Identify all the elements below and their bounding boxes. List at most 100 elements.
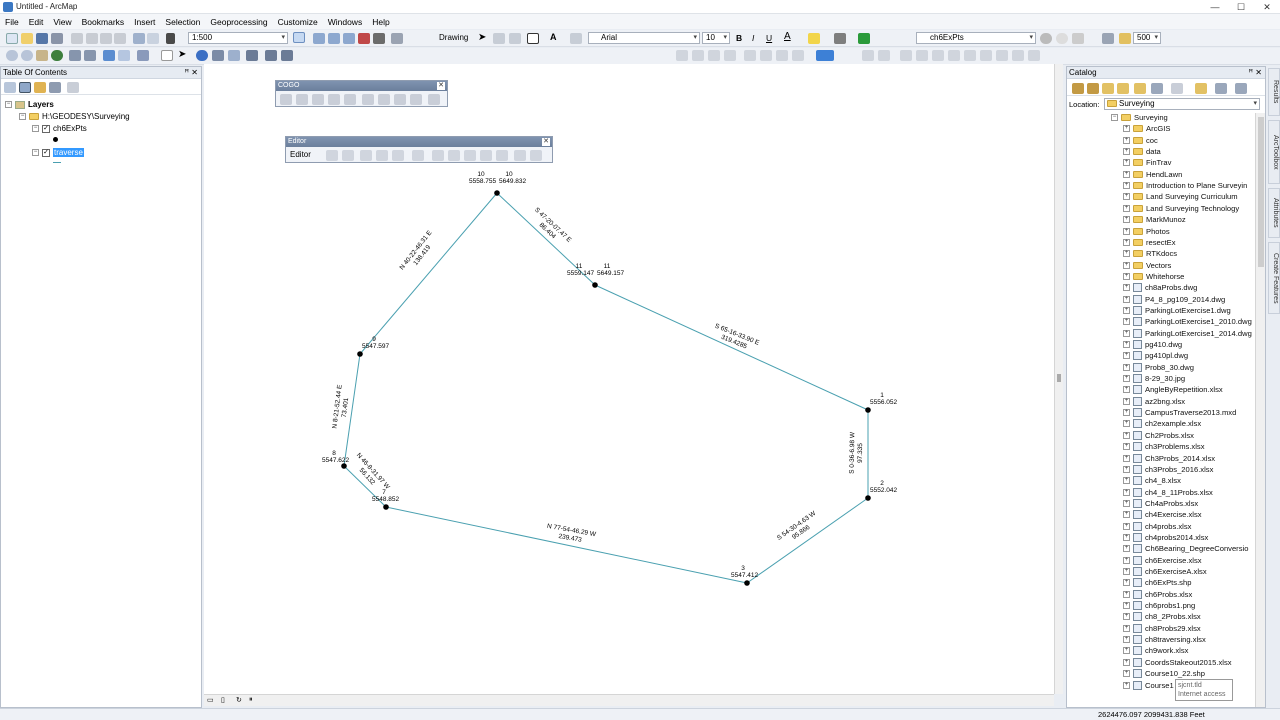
expand-icon[interactable]: + <box>1123 420 1130 428</box>
catalog-item[interactable]: + ParkingLotExercise1_2010.dwg <box>1123 317 1252 327</box>
expand-icon[interactable]: + <box>1123 238 1130 246</box>
catalog-item[interactable]: + ch6probs1.png <box>1123 601 1195 611</box>
expand-icon[interactable]: + <box>1123 170 1130 178</box>
survey-point[interactable] <box>357 351 363 357</box>
catalog-window-icon[interactable] <box>328 33 340 44</box>
toc-layer-traverse[interactable]: − ✓ traverse <box>32 148 84 157</box>
catalog-item[interactable]: + data <box>1123 147 1161 156</box>
cogo-tool-icon[interactable] <box>428 94 440 105</box>
zoom-in-icon[interactable] <box>6 50 18 61</box>
expand-icon[interactable]: + <box>1123 511 1130 519</box>
catalog-item[interactable]: + ch6Exercise.xlsx <box>1123 555 1202 565</box>
copy-icon[interactable] <box>86 33 98 44</box>
layout-tool-icon[interactable] <box>916 50 928 61</box>
cogo-tool-icon[interactable] <box>312 94 324 105</box>
toc-source-row[interactable]: − H:\GEODESY\Surveying <box>19 112 130 121</box>
zoom-whole-page-icon[interactable] <box>509 33 521 44</box>
location-field[interactable]: Surveying <box>1104 98 1260 110</box>
expand-icon[interactable]: + <box>1123 261 1130 269</box>
menu-insert[interactable]: Insert <box>129 17 160 27</box>
catalog-item[interactable]: + RTKdocs <box>1123 249 1177 258</box>
cogo-tool-icon[interactable] <box>296 94 308 105</box>
editor-toolbar-icon[interactable] <box>293 32 305 43</box>
traverse-course-line[interactable] <box>594 284 869 411</box>
trace-icon[interactable] <box>392 150 404 161</box>
expand-icon[interactable]: + <box>1123 681 1130 689</box>
menu-geoprocessing[interactable]: Geoprocessing <box>205 17 272 27</box>
catalog-item[interactable]: + Ch4aProbs.xlsx <box>1123 498 1198 508</box>
connect-folder-icon[interactable] <box>1134 83 1146 94</box>
fixed-zoom-out-icon[interactable] <box>84 50 96 61</box>
catalog-item[interactable]: + resectEx <box>1123 238 1176 247</box>
italic-button[interactable]: I <box>752 33 754 43</box>
select-elements-icon[interactable]: ➤ <box>478 32 486 43</box>
traverse-course-line[interactable] <box>385 506 748 584</box>
new-folder-icon[interactable] <box>1195 83 1207 94</box>
layout-view-icon[interactable]: ▯ <box>221 696 225 704</box>
expand-icon[interactable]: + <box>1123 454 1130 462</box>
catalog-item[interactable]: + ch3Problems.xlsx <box>1123 442 1205 452</box>
catalog-item[interactable]: + coc <box>1123 136 1158 145</box>
layer-visibility-checkbox[interactable]: ✓ <box>42 124 50 133</box>
arctoolbox-icon[interactable] <box>358 33 370 44</box>
forward-icon[interactable] <box>1087 83 1099 94</box>
layout-tool-icon[interactable] <box>724 50 736 61</box>
hyperlink-icon[interactable] <box>265 50 277 61</box>
catalog-item[interactable]: + HendLawn <box>1123 170 1182 179</box>
catalog-item[interactable]: + ch8Probs29.xlsx <box>1123 623 1201 633</box>
font-color-icon[interactable]: A <box>784 31 791 42</box>
layer-dropdown[interactable]: ch6ExPts <box>916 32 1036 44</box>
expand-icon[interactable]: + <box>1123 375 1130 383</box>
expand-icon[interactable]: + <box>1123 465 1130 473</box>
data-view-icon[interactable]: ▭ <box>207 696 214 704</box>
catalog-scroll-thumb[interactable] <box>1258 117 1264 267</box>
pan-icon[interactable] <box>36 50 48 61</box>
refresh-icon[interactable] <box>1215 83 1227 94</box>
reference-scale-dropdown[interactable]: 500 <box>1133 32 1161 44</box>
view-icon[interactable] <box>1171 83 1183 94</box>
cogo-tool-icon[interactable] <box>362 94 374 105</box>
catalog-item[interactable]: + ArcGIS <box>1123 124 1170 133</box>
expand-icon[interactable]: + <box>1123 533 1130 541</box>
scale-icon[interactable] <box>1119 33 1131 44</box>
close-button[interactable]: ✕ <box>1254 0 1280 14</box>
layout-tool-icon[interactable] <box>932 50 944 61</box>
catalog-item[interactable]: + CampusTraverse2013.mxd <box>1123 408 1236 418</box>
toc-close-icon[interactable]: ꟸ ✕ <box>184 67 198 79</box>
expand-icon[interactable]: + <box>1123 488 1130 496</box>
menu-view[interactable]: View <box>48 17 76 27</box>
expand-icon[interactable]: + <box>1123 590 1130 598</box>
redo-icon[interactable] <box>147 33 159 44</box>
expand-icon[interactable]: + <box>1123 159 1130 167</box>
edit-annotation-icon[interactable] <box>342 150 354 161</box>
toc-layers-row[interactable]: − Layers <box>5 100 54 109</box>
attributes-icon[interactable] <box>514 150 526 161</box>
survey-point[interactable] <box>744 580 750 586</box>
catalog-item[interactable]: + FinTrav <box>1123 158 1171 167</box>
expand-icon[interactable]: + <box>1123 352 1130 360</box>
cut-polygons-icon[interactable] <box>464 150 476 161</box>
expand-icon[interactable]: + <box>1123 182 1130 190</box>
catalog-item[interactable]: + ch4probs.xlsx <box>1123 521 1191 531</box>
menu-help[interactable]: Help <box>367 17 394 27</box>
open-icon[interactable] <box>21 33 33 44</box>
cut-icon[interactable] <box>71 33 83 44</box>
straight-segment-icon[interactable] <box>360 150 372 161</box>
clear-selection-icon[interactable] <box>161 50 173 61</box>
expand-icon[interactable]: + <box>1123 443 1130 451</box>
paste-icon[interactable] <box>100 33 112 44</box>
identify-icon[interactable] <box>196 50 208 61</box>
cogo-tool-icon[interactable] <box>344 94 356 105</box>
layout-tool-icon[interactable] <box>996 50 1008 61</box>
tab-arctoolbox[interactable]: ArcToolbox <box>1268 120 1280 184</box>
list-by-drawing-order-icon[interactable] <box>4 82 16 93</box>
options-icon[interactable] <box>1235 83 1247 94</box>
layout-tool-icon[interactable] <box>708 50 720 61</box>
catalog-item[interactable]: + Ch2Probs.xlsx <box>1123 430 1194 440</box>
catalog-item[interactable]: + CoordsStakeout2015.xlsx <box>1123 657 1232 667</box>
survey-point[interactable] <box>865 495 871 501</box>
point-icon[interactable] <box>412 150 424 161</box>
cogo-tool-icon[interactable] <box>378 94 390 105</box>
expand-icon[interactable]: + <box>1123 477 1130 485</box>
expand-icon[interactable]: + <box>1123 431 1130 439</box>
